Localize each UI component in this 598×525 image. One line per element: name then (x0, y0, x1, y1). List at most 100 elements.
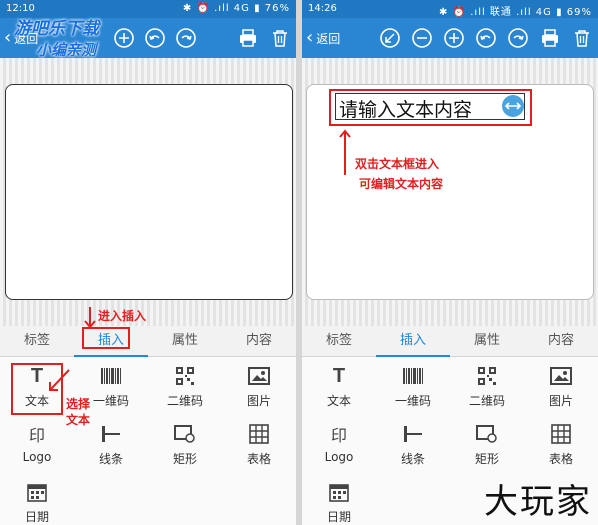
tool-logo[interactable]: 印 Logo (302, 415, 376, 471)
qrcode-icon (450, 363, 524, 389)
redo-icon (176, 28, 196, 48)
tool-image[interactable]: 图片 (222, 357, 296, 413)
tab-content[interactable]: 内容 (222, 326, 296, 356)
undo-button[interactable] (474, 26, 498, 50)
tool-label: 矩形 (474, 452, 499, 466)
qrcode-icon (148, 363, 222, 389)
tool-date[interactable]: 日期 (0, 473, 74, 525)
barcode-icon (376, 363, 450, 389)
rectangle-icon (450, 421, 524, 447)
back-label: 返回 (316, 31, 341, 46)
tool-barcode[interactable]: 一维码 (376, 357, 450, 413)
edit-tip-1: 双击文本框进入 (355, 157, 440, 171)
label-card[interactable] (5, 84, 293, 300)
zoom-in-button[interactable] (442, 26, 466, 50)
tool-label: 二维码 (468, 394, 505, 408)
text-icon: T (332, 364, 346, 387)
zoom-out-button[interactable] (410, 26, 434, 50)
back-chevron-icon: ‹ (306, 27, 314, 48)
delete-button[interactable] (570, 26, 594, 50)
status-icons: ✱ ⏰ .ıll 4G ▮ 76% (182, 3, 290, 14)
tool-qrcode[interactable]: 二维码 (450, 357, 524, 413)
delete-button[interactable] (268, 26, 292, 50)
left-screen: 12:10 ✱ ⏰ .ıll 4G ▮ 76% ‹ 返回 标签 插入 属性 内容 (0, 0, 296, 525)
tool-label: 日期 (326, 510, 351, 524)
calendar-icon (0, 479, 74, 505)
tool-label: 线条 (98, 452, 123, 466)
logo-icon: 印 (28, 426, 45, 445)
tool-label: 表格 (548, 452, 573, 466)
tool-qrcode[interactable]: 二维码 (148, 357, 222, 413)
tool-label: 图片 (246, 394, 271, 408)
print-icon (542, 29, 558, 47)
tool-logo[interactable]: 印 Logo (0, 415, 74, 471)
resize-handle[interactable] (502, 95, 524, 117)
table-icon (524, 421, 598, 447)
rotate-button[interactable] (378, 26, 402, 50)
line-icon (376, 421, 450, 447)
tab-content[interactable]: 内容 (524, 326, 598, 356)
delete-icon (273, 30, 287, 47)
tab-properties[interactable]: 属性 (148, 326, 222, 356)
redo-button[interactable] (174, 26, 198, 50)
back-button[interactable]: ‹ 返回 (306, 26, 340, 50)
down-arrow-icon (84, 307, 96, 329)
status-bar: 12:10 ✱ ⏰ .ıll 4G ▮ 76% (0, 0, 296, 18)
print-button[interactable] (538, 26, 562, 50)
zoom-in-button[interactable] (112, 26, 136, 50)
top-toolbar: ‹ 返回 (302, 18, 598, 58)
tab-label[interactable]: 标签 (0, 326, 74, 356)
back-label: 返回 (14, 31, 39, 46)
insert-tip: 进入插入 (98, 309, 147, 323)
table-icon (222, 421, 296, 447)
tool-table[interactable]: 表格 (222, 415, 296, 471)
text-element[interactable]: 请输入文本内容 (335, 93, 525, 121)
zoom-in-icon (114, 28, 134, 48)
select-text-tip-1: 选择 (66, 397, 91, 411)
redo-icon (508, 28, 528, 48)
rotate-icon (380, 28, 400, 48)
undo-icon (145, 28, 165, 48)
tool-rectangle[interactable]: 矩形 (450, 415, 524, 471)
back-chevron-icon: ‹ (4, 27, 12, 48)
tool-label: 表格 (246, 452, 271, 466)
image-icon (524, 363, 598, 389)
print-icon (240, 29, 256, 47)
top-toolbar: ‹ 返回 (0, 18, 296, 58)
right-screen: 14:26 ✱ ⏰ .ıll 联通 .ıll 4G ▮ 69% ‹ 返回 请输入… (302, 0, 598, 525)
undo-icon (476, 28, 496, 48)
tool-table[interactable]: 表格 (524, 415, 598, 471)
status-bar: 14:26 ✱ ⏰ .ıll 联通 .ıll 4G ▮ 69% (302, 0, 598, 18)
tool-line[interactable]: 线条 (376, 415, 450, 471)
tab-label[interactable]: 标签 (302, 326, 376, 356)
print-button[interactable] (236, 26, 260, 50)
arrow-icon (49, 369, 70, 391)
tool-date[interactable]: 日期 (302, 473, 376, 525)
logo-icon: 印 (330, 426, 347, 445)
text-element-content: 请输入文本内容 (339, 99, 473, 121)
zoom-in-icon (444, 28, 464, 48)
tool-label: Logo (22, 450, 52, 464)
calendar-icon (302, 479, 376, 505)
rectangle-icon (148, 421, 222, 447)
tool-label: 日期 (24, 510, 49, 524)
tool-rectangle[interactable]: 矩形 (148, 415, 222, 471)
status-time: 14:26 (308, 3, 337, 14)
insert-tool-grid: T 文本 一维码 二维码 图片 印 Logo 线条 矩形 表格 日期 (302, 357, 598, 525)
redo-button[interactable] (506, 26, 530, 50)
status-icons: ✱ ⏰ .ıll 联通 .ıll 4G ▮ 69% (439, 7, 592, 18)
label-card[interactable]: 请输入文本内容 双击文本框进入 可编辑文本内容 (306, 84, 594, 300)
tool-label: 文本 (326, 394, 351, 408)
tool-image[interactable]: 图片 (524, 357, 598, 413)
tab-insert[interactable]: 插入 (376, 326, 450, 357)
tool-text[interactable]: T 文本 (302, 357, 376, 413)
tool-label: 图片 (548, 394, 573, 408)
tool-label: 一维码 (394, 394, 431, 408)
undo-button[interactable] (143, 26, 167, 50)
barcode-icon (74, 363, 148, 389)
back-button[interactable]: ‹ 返回 (4, 26, 38, 50)
tab-properties[interactable]: 属性 (450, 326, 524, 356)
delete-icon (575, 30, 589, 47)
bottom-tab-bar: 标签 插入 属性 内容 (302, 326, 598, 357)
resize-arrows-icon (505, 102, 521, 110)
